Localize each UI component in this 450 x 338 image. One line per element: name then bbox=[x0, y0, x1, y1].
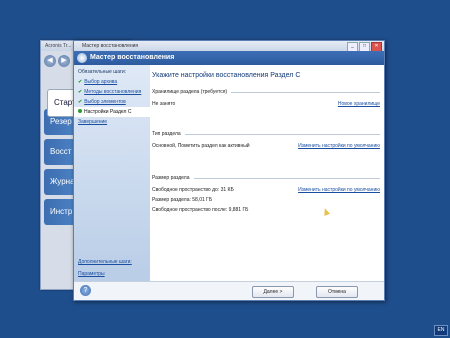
partition-type-row: Основной, Пометить раздел как активный И… bbox=[152, 143, 380, 149]
storage-value: Не занято bbox=[152, 101, 176, 107]
step-item-selection[interactable]: ✔ Выбор элементов bbox=[74, 97, 150, 107]
wizard-window-title: Мастер восстановления _ □ ✕ bbox=[74, 41, 384, 52]
partition-type-label: Тип раздела bbox=[152, 131, 181, 137]
step-partition-settings[interactable]: Настройки Раздел C bbox=[74, 107, 150, 117]
help-icon[interactable]: ? bbox=[80, 285, 91, 296]
recovery-wizard-dialog: Мастер восстановления _ □ ✕ Мастер восст… bbox=[73, 40, 385, 301]
step-label: Выбор архива bbox=[84, 79, 118, 85]
parameters-link[interactable]: Параметры bbox=[78, 271, 132, 277]
partition-type-value: Основной, Пометить раздел как активный bbox=[152, 143, 250, 149]
required-steps-label: Обязательные шаги: bbox=[78, 69, 127, 75]
partition-size-value: Размер раздела: 58,01 ГБ bbox=[152, 197, 213, 203]
free-after-row: Свободное пространство после: 9,881 ГБ bbox=[152, 207, 380, 213]
background-nav-buttons: ◀ ▶ bbox=[44, 55, 70, 67]
partition-size-label: Размер раздела bbox=[152, 175, 190, 181]
forward-arrow-icon[interactable]: ▶ bbox=[58, 55, 70, 67]
partition-size-row: Размер раздела: 58,01 ГБ bbox=[152, 197, 380, 203]
step-finish[interactable]: Завершение bbox=[74, 117, 150, 127]
current-step-icon bbox=[78, 109, 82, 113]
next-button[interactable]: Далее > bbox=[252, 286, 294, 298]
sidebar-bottom: Дополнительные шаги: Параметры bbox=[78, 253, 132, 277]
desktop: Acronis Tr... ◀ ▶ Старто Резер Восст Жур… bbox=[0, 0, 450, 338]
step-recovery-methods[interactable]: ✔ Методы восстановления bbox=[74, 87, 150, 97]
content-title: Укажите настройки восстановления Раздел … bbox=[152, 72, 301, 79]
check-icon: ✔ bbox=[78, 79, 83, 85]
cancel-button[interactable]: Отмена bbox=[316, 286, 358, 298]
wizard-footer: ? Далее > Отмена bbox=[74, 281, 384, 300]
back-arrow-icon[interactable]: ◀ bbox=[44, 55, 56, 67]
storage-section-label: Хранилище раздела (требуется) bbox=[152, 89, 228, 95]
storage-section: Хранилище раздела (требуется) bbox=[152, 89, 380, 95]
optional-steps-link[interactable]: Дополнительные шаги: bbox=[78, 259, 132, 265]
wizard-header-title: Мастер восстановления bbox=[90, 54, 175, 61]
free-space-before: Свободное пространство до: 31 КБ bbox=[152, 187, 234, 193]
free-space-after: Свободное пространство после: 9,881 ГБ bbox=[152, 207, 249, 213]
step-label: Выбор элементов bbox=[84, 99, 126, 105]
step-label: Настройки Раздел C bbox=[84, 109, 132, 115]
partition-type-section: Тип раздела bbox=[152, 131, 380, 137]
divider bbox=[231, 91, 380, 93]
divider bbox=[193, 177, 380, 179]
wizard-header: Мастер восстановления bbox=[74, 51, 384, 65]
partition-size-section: Размер раздела bbox=[152, 175, 380, 181]
step-label: Методы восстановления bbox=[84, 89, 142, 95]
wizard-content: Укажите настройки восстановления Раздел … bbox=[152, 65, 380, 282]
change-type-defaults-link[interactable]: Изменить настройки по умолчанию bbox=[298, 143, 380, 149]
step-archive-selection[interactable]: ✔ Выбор архива bbox=[74, 77, 150, 87]
divider bbox=[184, 133, 380, 135]
free-before-row: Свободное пространство до: 31 КБ Изменит… bbox=[152, 187, 380, 193]
new-storage-link[interactable]: Новое хранилище bbox=[338, 101, 380, 107]
change-size-defaults-link[interactable]: Изменить настройки по умолчанию bbox=[298, 187, 380, 193]
check-icon: ✔ bbox=[78, 89, 83, 95]
storage-row: Не занято Новое хранилище bbox=[152, 101, 380, 107]
language-indicator[interactable]: EN bbox=[434, 325, 448, 336]
wizard-sidebar: Обязательные шаги: ✔ Выбор архива ✔ Методы… bbox=[74, 65, 150, 283]
wizard-window-title-text: Мастер восстановления bbox=[82, 43, 139, 49]
wizard-icon bbox=[77, 53, 87, 63]
check-icon: ✔ bbox=[78, 99, 83, 105]
